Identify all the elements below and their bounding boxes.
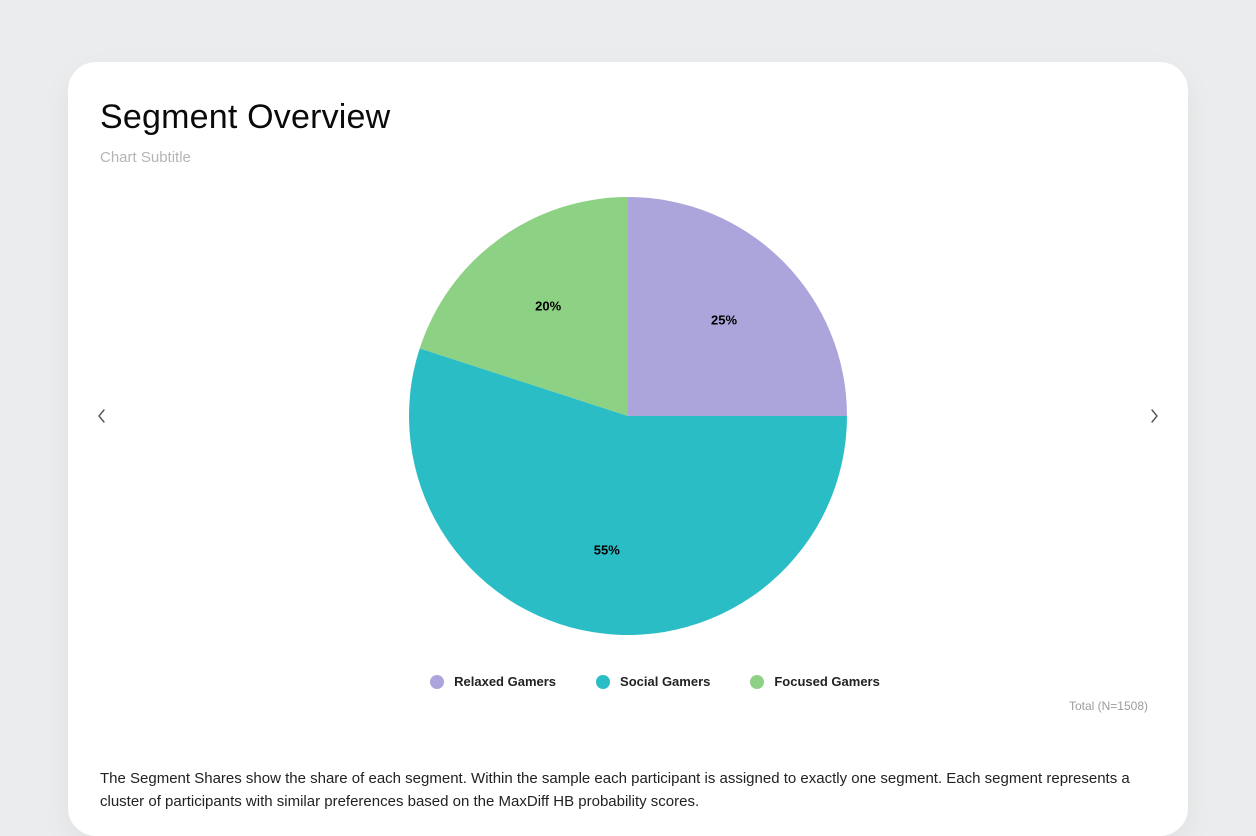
pie-slice-label: 25% [711, 312, 737, 327]
card-subtitle: Chart Subtitle [100, 149, 1156, 166]
chart-description: The Segment Shares show the share of eac… [100, 767, 1156, 814]
legend-label: Relaxed Gamers [454, 674, 556, 689]
legend-swatch [430, 675, 444, 689]
chevron-right-icon [1148, 408, 1160, 424]
chart-legend: Relaxed Gamers Social Gamers Focused Gam… [154, 674, 1156, 689]
pie-slice [628, 197, 847, 416]
legend-swatch [596, 675, 610, 689]
prev-chart-button[interactable] [88, 402, 116, 430]
next-chart-button[interactable] [1140, 402, 1168, 430]
total-note: Total (N=1508) [100, 699, 1156, 713]
pie-chart: 25% 55% 20% [409, 197, 847, 635]
pie-slice-label: 20% [535, 299, 561, 314]
legend-item: Social Gamers [596, 674, 710, 689]
card-title: Segment Overview [100, 98, 1156, 137]
legend-label: Social Gamers [620, 674, 710, 689]
legend-label: Focused Gamers [774, 674, 880, 689]
legend-item: Relaxed Gamers [430, 674, 556, 689]
chevron-left-icon [96, 408, 108, 424]
chart-card: Segment Overview Chart Subtitle 25% 55% 20… [68, 62, 1188, 836]
chart-row: 25% 55% 20% [100, 176, 1156, 656]
legend-swatch [750, 675, 764, 689]
pie-slice-label: 55% [594, 543, 620, 558]
legend-item: Focused Gamers [750, 674, 880, 689]
